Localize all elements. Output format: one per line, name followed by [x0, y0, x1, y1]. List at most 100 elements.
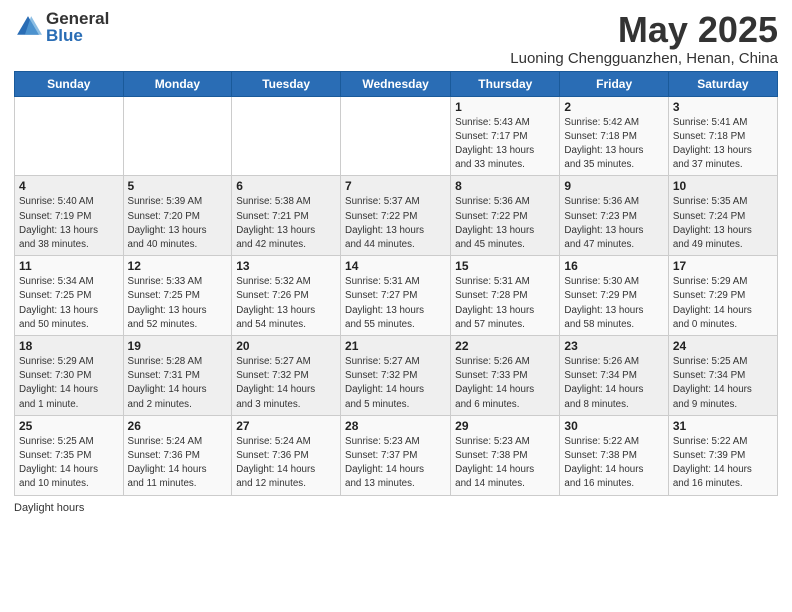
- day-info: Sunrise: 5:22 AMSunset: 7:38 PMDaylight:…: [564, 435, 663, 492]
- day-number: 22: [455, 339, 555, 353]
- day-number: 25: [19, 419, 119, 433]
- weekday-header-monday: Monday: [123, 71, 232, 96]
- weekday-header-saturday: Saturday: [668, 71, 777, 96]
- day-number: 6: [236, 179, 336, 193]
- week-row-2: 4 Sunrise: 5:40 AMSunset: 7:19 PMDaylight…: [15, 176, 778, 256]
- day-number: 31: [673, 419, 773, 433]
- logo-general: General: [46, 10, 109, 27]
- day-number: 21: [345, 339, 446, 353]
- calendar: SundayMondayTuesdayWednesdayThursdayFrid…: [14, 71, 778, 496]
- day-cell: 9 Sunrise: 5:36 AMSunset: 7:23 PMDaylight…: [560, 176, 668, 256]
- day-cell: 22 Sunrise: 5:26 AMSunset: 7:33 PMDayligh…: [451, 336, 560, 416]
- day-number: 10: [673, 179, 773, 193]
- day-cell: [15, 96, 124, 176]
- day-cell: 27 Sunrise: 5:24 AMSunset: 7:36 PMDayligh…: [232, 415, 341, 495]
- day-cell: 26 Sunrise: 5:24 AMSunset: 7:36 PMDayligh…: [123, 415, 232, 495]
- day-info: Sunrise: 5:41 AMSunset: 7:18 PMDaylight:…: [673, 116, 773, 173]
- logo-icon: [14, 13, 42, 41]
- day-info: Sunrise: 5:36 AMSunset: 7:23 PMDaylight:…: [564, 195, 663, 252]
- day-info: Sunrise: 5:25 AMSunset: 7:35 PMDaylight:…: [19, 435, 119, 492]
- logo-text: General Blue: [46, 10, 109, 44]
- day-number: 28: [345, 419, 446, 433]
- location-subtitle: Luoning Chengguanzhen, Henan, China: [510, 50, 778, 67]
- day-number: 5: [128, 179, 228, 193]
- day-info: Sunrise: 5:27 AMSunset: 7:32 PMDaylight:…: [345, 355, 446, 412]
- day-cell: 14 Sunrise: 5:31 AMSunset: 7:27 PMDayligh…: [341, 256, 451, 336]
- weekday-header-thursday: Thursday: [451, 71, 560, 96]
- day-cell: 17Sunrise: 5:29 AMSunset: 7:29 PMDayligh…: [668, 256, 777, 336]
- week-row-3: 11 Sunrise: 5:34 AMSunset: 7:25 PMDayligh…: [15, 256, 778, 336]
- day-number: 8: [455, 179, 555, 193]
- day-cell: 20Sunrise: 5:27 AMSunset: 7:32 PMDayligh…: [232, 336, 341, 416]
- day-cell: 6 Sunrise: 5:38 AMSunset: 7:21 PMDaylight…: [232, 176, 341, 256]
- day-cell: [232, 96, 341, 176]
- day-info: Sunrise: 5:38 AMSunset: 7:21 PMDaylight:…: [236, 195, 336, 252]
- weekday-header-friday: Friday: [560, 71, 668, 96]
- day-cell: [123, 96, 232, 176]
- day-info: Sunrise: 5:25 AMSunset: 7:34 PMDaylight:…: [673, 355, 773, 412]
- logo: General Blue: [14, 10, 109, 44]
- day-number: 2: [564, 100, 663, 114]
- day-number: 13: [236, 259, 336, 273]
- title-block: May 2025 Luoning Chengguanzhen, Henan, C…: [510, 10, 778, 67]
- day-info: Sunrise: 5:30 AMSunset: 7:29 PMDaylight:…: [564, 275, 663, 332]
- day-cell: 8Sunrise: 5:36 AMSunset: 7:22 PMDaylight…: [451, 176, 560, 256]
- day-number: 30: [564, 419, 663, 433]
- day-cell: 28 Sunrise: 5:23 AMSunset: 7:37 PMDayligh…: [341, 415, 451, 495]
- logo-blue: Blue: [46, 27, 109, 44]
- day-number: 1: [455, 100, 555, 114]
- day-cell: 15Sunrise: 5:31 AMSunset: 7:28 PMDayligh…: [451, 256, 560, 336]
- day-info: Sunrise: 5:31 AMSunset: 7:27 PMDaylight:…: [345, 275, 446, 332]
- day-cell: 10 Sunrise: 5:35 AMSunset: 7:24 PMDayligh…: [668, 176, 777, 256]
- weekday-header-tuesday: Tuesday: [232, 71, 341, 96]
- day-info: Sunrise: 5:32 AMSunset: 7:26 PMDaylight:…: [236, 275, 336, 332]
- day-number: 27: [236, 419, 336, 433]
- day-cell: 30 Sunrise: 5:22 AMSunset: 7:38 PMDayligh…: [560, 415, 668, 495]
- day-info: Sunrise: 5:42 AMSunset: 7:18 PMDaylight:…: [564, 116, 663, 173]
- month-title: May 2025: [510, 10, 778, 50]
- day-info: Sunrise: 5:23 AMSunset: 7:38 PMDaylight:…: [455, 435, 555, 492]
- day-cell: 19 Sunrise: 5:28 AMSunset: 7:31 PMDayligh…: [123, 336, 232, 416]
- day-info: Sunrise: 5:29 AMSunset: 7:30 PMDaylight:…: [19, 355, 119, 412]
- day-number: 23: [564, 339, 663, 353]
- day-info: Sunrise: 5:22 AMSunset: 7:39 PMDaylight:…: [673, 435, 773, 492]
- day-number: 19: [128, 339, 228, 353]
- day-number: 14: [345, 259, 446, 273]
- day-number: 4: [19, 179, 119, 193]
- day-cell: [341, 96, 451, 176]
- day-info: Sunrise: 5:28 AMSunset: 7:31 PMDaylight:…: [128, 355, 228, 412]
- day-info: Sunrise: 5:24 AMSunset: 7:36 PMDaylight:…: [128, 435, 228, 492]
- header: General Blue May 2025 Luoning Chengguanz…: [14, 10, 778, 67]
- day-cell: 25 Sunrise: 5:25 AMSunset: 7:35 PMDayligh…: [15, 415, 124, 495]
- day-info: Sunrise: 5:40 AMSunset: 7:19 PMDaylight:…: [19, 195, 119, 252]
- day-number: 15: [455, 259, 555, 273]
- day-number: 11: [19, 259, 119, 273]
- day-number: 12: [128, 259, 228, 273]
- day-cell: 7Sunrise: 5:37 AMSunset: 7:22 PMDaylight…: [341, 176, 451, 256]
- day-number: 9: [564, 179, 663, 193]
- day-info: Sunrise: 5:26 AMSunset: 7:34 PMDaylight:…: [564, 355, 663, 412]
- day-info: Sunrise: 5:33 AMSunset: 7:25 PMDaylight:…: [128, 275, 228, 332]
- page: General Blue May 2025 Luoning Chengguanz…: [0, 0, 792, 612]
- day-number: 26: [128, 419, 228, 433]
- weekday-header-sunday: Sunday: [15, 71, 124, 96]
- day-info: Sunrise: 5:27 AMSunset: 7:32 PMDaylight:…: [236, 355, 336, 412]
- day-cell: 18Sunrise: 5:29 AMSunset: 7:30 PMDayligh…: [15, 336, 124, 416]
- day-number: 16: [564, 259, 663, 273]
- day-info: Sunrise: 5:29 AMSunset: 7:29 PMDaylight:…: [673, 275, 773, 332]
- day-info: Sunrise: 5:26 AMSunset: 7:33 PMDaylight:…: [455, 355, 555, 412]
- day-info: Sunrise: 5:23 AMSunset: 7:37 PMDaylight:…: [345, 435, 446, 492]
- day-info: Sunrise: 5:39 AMSunset: 7:20 PMDaylight:…: [128, 195, 228, 252]
- day-number: 24: [673, 339, 773, 353]
- day-number: 29: [455, 419, 555, 433]
- week-row-5: 25 Sunrise: 5:25 AMSunset: 7:35 PMDayligh…: [15, 415, 778, 495]
- day-cell: 5 Sunrise: 5:39 AMSunset: 7:20 PMDaylight…: [123, 176, 232, 256]
- weekday-header-row: SundayMondayTuesdayWednesdayThursdayFrid…: [15, 71, 778, 96]
- day-info: Sunrise: 5:24 AMSunset: 7:36 PMDaylight:…: [236, 435, 336, 492]
- day-info: Sunrise: 5:35 AMSunset: 7:24 PMDaylight:…: [673, 195, 773, 252]
- day-info: Sunrise: 5:34 AMSunset: 7:25 PMDaylight:…: [19, 275, 119, 332]
- day-info: Sunrise: 5:37 AMSunset: 7:22 PMDaylight:…: [345, 195, 446, 252]
- day-cell: 13 Sunrise: 5:32 AMSunset: 7:26 PMDayligh…: [232, 256, 341, 336]
- footer: Daylight hours: [14, 502, 778, 514]
- day-info: Sunrise: 5:43 AMSunset: 7:17 PMDaylight:…: [455, 116, 555, 173]
